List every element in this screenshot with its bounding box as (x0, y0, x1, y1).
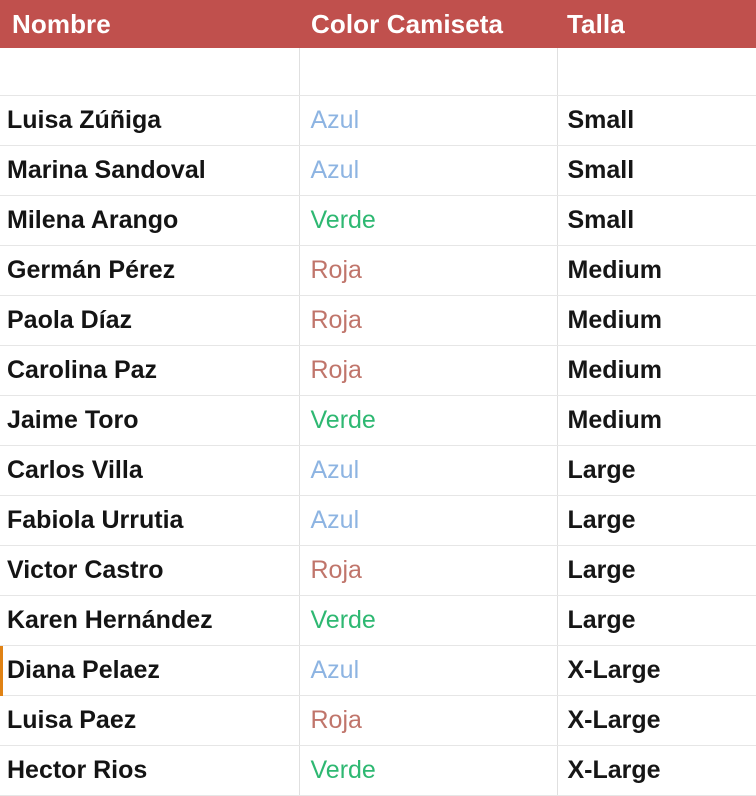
cell-talla[interactable]: Medium (557, 295, 756, 346)
cell-nombre[interactable]: Diana Pelaez (0, 645, 300, 696)
cell-talla[interactable]: Large (557, 445, 756, 496)
cell-nombre[interactable]: Luisa Zúñiga (0, 95, 300, 146)
cell-nombre[interactable]: Marina Sandoval (0, 145, 300, 196)
shirt-color-value: Verde (310, 606, 376, 634)
shirt-roster-table: Nombre Color Camiseta Talla Luisa Zúñiga… (0, 0, 756, 796)
cell-nombre[interactable]: Luisa Paez (0, 695, 300, 746)
cell-nombre[interactable]: Karen Hernández (0, 595, 300, 646)
table-row[interactable]: Marina Sandoval Azul Small (0, 145, 756, 196)
cell-color[interactable]: Verde (299, 745, 558, 796)
table-body: Luisa Zúñiga Azul Small Marina Sandoval Azul… (0, 48, 756, 796)
cell-nombre[interactable]: Paola Díaz (0, 295, 300, 346)
shirt-color-value: Azul (310, 506, 360, 534)
shirt-color-value: Verde (310, 406, 376, 434)
shirt-color-value: Roja (310, 556, 362, 584)
cell-color[interactable]: Roja (299, 695, 558, 746)
cell-color[interactable]: Roja (299, 545, 558, 596)
table-row[interactable]: Victor Castro Roja Large (0, 545, 756, 596)
cell-color[interactable]: Verde (299, 395, 558, 446)
cell-nombre[interactable]: Carolina Paz (0, 345, 300, 396)
cell-nombre[interactable]: Germán Pérez (0, 245, 300, 296)
column-header-color-camiseta[interactable]: Color Camiseta (299, 0, 557, 48)
table-row[interactable]: Germán Pérez Roja Medium (0, 245, 756, 296)
cell-color[interactable]: Roja (299, 295, 558, 346)
header-row: Nombre Color Camiseta Talla (0, 0, 756, 48)
column-header-nombre[interactable]: Nombre (0, 0, 299, 48)
table-row[interactable]: Paola Díaz Roja Medium (0, 295, 756, 346)
cell-color[interactable]: Verde (299, 595, 558, 646)
cell-color[interactable]: Roja (299, 345, 558, 396)
table-row[interactable]: Hector Rios Verde X-Large (0, 745, 756, 796)
cell-color[interactable]: Roja (299, 245, 558, 296)
shirt-color-value: Azul (310, 156, 360, 184)
table-row[interactable]: Milena Arango Verde Small (0, 195, 756, 246)
cell-color[interactable]: Azul (299, 495, 558, 546)
cell-talla[interactable]: Medium (557, 395, 756, 446)
shirt-color-value: Roja (310, 706, 362, 734)
shirt-color-value: Azul (310, 456, 360, 484)
table-row[interactable]: Carlos Villa Azul Large (0, 445, 756, 496)
cell-color[interactable]: Azul (299, 145, 558, 196)
cell-color[interactable]: Verde (299, 195, 558, 246)
spreadsheet-grid: Nombre Color Camiseta Talla Luisa Zúñiga… (0, 0, 756, 796)
shirt-color-value: Verde (310, 206, 376, 234)
empty-row[interactable] (0, 48, 756, 96)
cell-nombre[interactable]: Fabiola Urrutia (0, 495, 300, 546)
table-row[interactable]: Fabiola Urrutia Azul Large (0, 495, 756, 546)
table-header: Nombre Color Camiseta Talla (0, 0, 756, 48)
cell-talla[interactable]: Medium (557, 245, 756, 296)
table-row[interactable]: Luisa Paez Roja X-Large (0, 695, 756, 746)
table-row[interactable]: Carolina Paz Roja Medium (0, 345, 756, 396)
cell-color[interactable]: Azul (299, 445, 558, 496)
shirt-color-value: Azul (310, 656, 360, 684)
cell-talla[interactable]: X-Large (557, 695, 756, 746)
cell-talla[interactable]: Large (557, 545, 756, 596)
table-row[interactable]: Luisa Zúñiga Azul Small (0, 95, 756, 146)
cell-color[interactable]: Azul (299, 645, 558, 696)
empty-cell-nombre[interactable] (0, 48, 300, 96)
empty-cell-talla[interactable] (557, 48, 756, 96)
shirt-color-value: Roja (310, 256, 362, 284)
table-row[interactable]: Karen Hernández Verde Large (0, 595, 756, 646)
shirt-color-value: Roja (310, 356, 362, 384)
cell-nombre[interactable]: Jaime Toro (0, 395, 300, 446)
cell-talla[interactable]: Small (557, 145, 756, 196)
cell-talla[interactable]: Small (557, 195, 756, 246)
shirt-color-value: Roja (310, 306, 362, 334)
cell-nombre[interactable]: Carlos Villa (0, 445, 300, 496)
cell-talla[interactable]: X-Large (557, 645, 756, 696)
cell-nombre[interactable]: Milena Arango (0, 195, 300, 246)
cell-talla[interactable]: Small (557, 95, 756, 146)
cell-talla[interactable]: Large (557, 595, 756, 646)
cell-color[interactable]: Azul (299, 95, 558, 146)
cell-talla[interactable]: X-Large (557, 745, 756, 796)
cell-nombre[interactable]: Hector Rios (0, 745, 300, 796)
cell-talla[interactable]: Medium (557, 345, 756, 396)
cell-talla[interactable]: Large (557, 495, 756, 546)
table-row[interactable]: Diana Pelaez Azul X-Large (0, 645, 756, 696)
shirt-color-value: Azul (310, 106, 360, 134)
table-row[interactable]: Jaime Toro Verde Medium (0, 395, 756, 446)
column-header-talla[interactable]: Talla (557, 0, 756, 48)
cell-nombre[interactable]: Victor Castro (0, 545, 300, 596)
empty-cell-color[interactable] (299, 48, 558, 96)
